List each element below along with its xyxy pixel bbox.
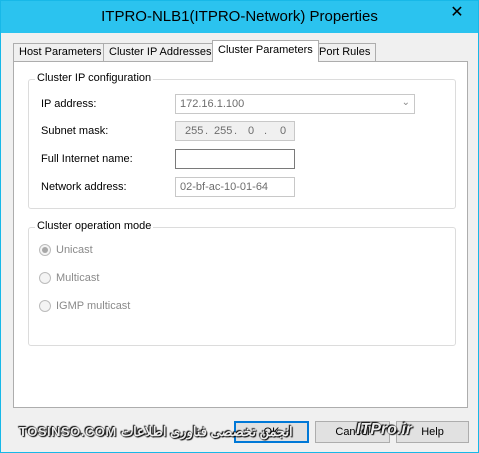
radio-button[interactable] [39, 244, 51, 256]
subnet-dot: . [205, 125, 209, 137]
tab-port-rules[interactable]: Port Rules [313, 43, 377, 61]
tab-panel-cluster-parameters: Cluster IP configuration IP address: 172… [13, 61, 468, 408]
cluster-ip-config-group: Cluster IP configuration IP address: 172… [28, 72, 456, 209]
network-address-label: Network address: [41, 181, 127, 193]
radio-button[interactable] [39, 300, 51, 312]
tab-cluster-ip-addresses[interactable]: Cluster IP Addresses [103, 43, 218, 61]
tab-cluster-parameters[interactable]: Cluster Parameters [212, 40, 319, 62]
cluster-operation-mode-group: Cluster operation mode Unicast Multicast… [28, 220, 456, 346]
cluster-operation-mode-title: Cluster operation mode [35, 220, 154, 232]
cluster-ip-config-title: Cluster IP configuration [35, 72, 154, 84]
radio-unicast-label: Unicast [56, 244, 93, 256]
subnet-octet-2: 255 [214, 125, 233, 137]
subnet-octet-3: 0 [248, 125, 255, 137]
subnet-mask-label: Subnet mask: [41, 125, 109, 137]
subnet-octet-4: 0 [280, 125, 287, 137]
subnet-mask-field[interactable]: 255 . 255 . 0 . 0 [175, 121, 295, 141]
chevron-down-icon[interactable]: ⌄ [402, 97, 410, 108]
subnet-octet-1: 255 [185, 125, 204, 137]
watermark-logo-text: ITPro.ir [356, 421, 413, 438]
network-address-field[interactable]: 02-bf-ac-10-01-64 [175, 177, 295, 197]
radio-multicast-label: Multicast [56, 272, 100, 284]
window-title: ITPRO-NLB1(ITPRO-Network) Properties [101, 8, 378, 25]
close-icon[interactable]: ✕ [442, 2, 472, 24]
ip-address-combo[interactable]: 172.16.1.100 ⌄ [175, 94, 415, 114]
ip-address-label: IP address: [41, 98, 97, 110]
radio-igmp-multicast-label: IGMP multicast [56, 300, 131, 312]
full-internet-name-input[interactable] [175, 149, 295, 169]
title-bar[interactable]: ITPRO-NLB1(ITPRO-Network) Properties ✕ [1, 1, 478, 33]
subnet-dot: . [234, 125, 238, 137]
properties-dialog: ITPRO-NLB1(ITPRO-Network) Properties ✕ H… [0, 0, 479, 453]
watermark-text: TOSINSO.COM انجمن تخصصی فناوری اطلاعات [19, 424, 293, 439]
subnet-dot: . [264, 125, 268, 137]
radio-button[interactable] [39, 272, 51, 284]
full-internet-name-label: Full Internet name: [41, 153, 133, 165]
tab-host-parameters[interactable]: Host Parameters [13, 43, 108, 61]
ip-address-value: 172.16.1.100 [180, 98, 245, 110]
